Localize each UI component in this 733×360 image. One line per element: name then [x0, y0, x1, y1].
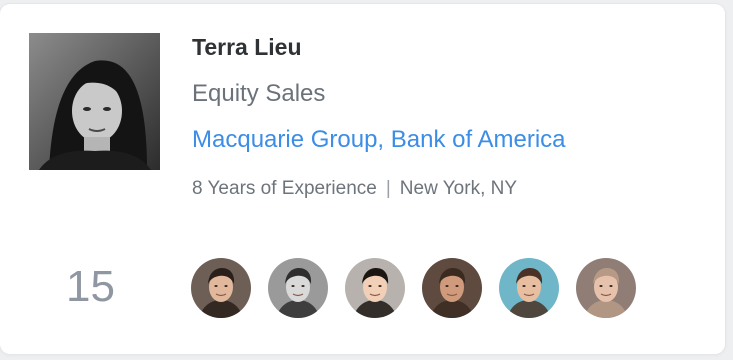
connection-avatar[interactable] [191, 258, 251, 318]
connection-avatar[interactable] [345, 258, 405, 318]
meta-separator: | [385, 178, 391, 199]
connection-avatar[interactable] [499, 258, 559, 318]
location-text: New York, NY [399, 178, 518, 199]
profile-photo[interactable] [29, 33, 160, 170]
connection-avatar[interactable] [576, 258, 636, 318]
experience-text: 8 Years of Experience [192, 178, 377, 199]
profile-meta: 8 Years of Experience | New York, NY [192, 178, 517, 200]
connection-avatar[interactable] [268, 258, 328, 318]
connection-avatar[interactable] [422, 258, 482, 318]
connections-count[interactable]: 15 [66, 265, 115, 309]
profile-card[interactable]: Terra Lieu Equity Sales Macquarie Group,… [0, 4, 725, 354]
profile-companies-link[interactable]: Macquarie Group, Bank of America [192, 126, 566, 154]
profile-title: Equity Sales [192, 80, 326, 107]
profile-name[interactable]: Terra Lieu [192, 34, 302, 61]
